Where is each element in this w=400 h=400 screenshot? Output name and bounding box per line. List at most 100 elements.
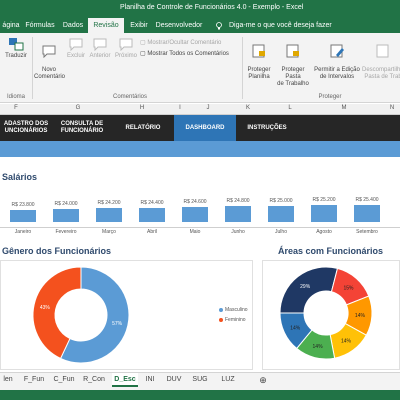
- salary-category-label: Janeiro: [14, 229, 32, 235]
- legend-feminino: Feminino: [219, 317, 246, 323]
- sheet-tab-r-con[interactable]: R_Con: [82, 373, 106, 387]
- delete-comment-icon: [69, 38, 83, 51]
- protect-sheet-icon: [252, 44, 265, 58]
- sheet-tab-c-fun[interactable]: C_Fun: [52, 373, 76, 387]
- dashboard-nav: ADASTRO DOS UNCIONÁRIOS CONSULTA DE FUNC…: [0, 115, 400, 141]
- sheet-tab-luz[interactable]: LUZ: [218, 373, 238, 387]
- salary-bar: [225, 206, 251, 222]
- unshare-workbook-button[interactable]: Descompartilhar Pasta de Trab: [362, 37, 400, 81]
- delete-comment-button[interactable]: Excluir: [66, 37, 86, 60]
- allow-edit-icon: [330, 44, 344, 58]
- nav-instrucoes[interactable]: INSTRUÇÕES: [236, 115, 298, 141]
- sheet-tab-ini[interactable]: INI: [142, 373, 158, 387]
- legend-swatch: [219, 307, 223, 312]
- next-comment-icon: [119, 38, 133, 51]
- column-header[interactable]: N: [386, 105, 398, 111]
- column-header[interactable]: H: [136, 105, 148, 111]
- sheet-tab-duv[interactable]: DUV: [164, 373, 184, 387]
- next-comment-button[interactable]: Próximo: [114, 37, 138, 60]
- salary-value-label: R$ 25.000: [269, 197, 293, 204]
- salary-category-label: Fevereiro: [55, 229, 77, 235]
- salary-value-label: R$ 24.800: [226, 198, 250, 205]
- column-header[interactable]: M: [338, 105, 350, 111]
- window-title: Planilha de Controle de Funcionários 4.0…: [120, 4, 304, 11]
- salary-value-label: R$ 24.400: [140, 199, 164, 206]
- sheet-tab-f-fun[interactable]: F_Fun: [22, 373, 46, 387]
- protect-workbook-icon: [286, 44, 299, 58]
- show-hide-comment-button[interactable]: ▢ Mostrar/Ocultar Comentário: [140, 39, 221, 46]
- protect-sheet-button[interactable]: Proteger Planilha: [244, 37, 274, 81]
- salary-value-label: R$ 25.200: [312, 197, 336, 204]
- tell-me-box[interactable]: Diga-me o que você deseja fazer: [215, 18, 332, 33]
- column-header[interactable]: F: [10, 105, 22, 111]
- salary-category-label: Setembro: [356, 229, 378, 235]
- show-all-comments-button[interactable]: ▢ Mostrar Todos os Comentários: [140, 50, 229, 57]
- areasPie-slice-label: 14%: [313, 344, 324, 350]
- previous-comment-button[interactable]: Anterior: [88, 37, 112, 60]
- salary-category-label: Agosto: [316, 229, 332, 235]
- new-comment-button[interactable]: Novo Comentário: [34, 37, 65, 81]
- comment-icon: [42, 45, 56, 58]
- sheet-tab-bar: len F_Fun C_Fun R_Con D_Esc INI DUV SUG …: [0, 372, 400, 390]
- salary-category-label: Julho: [275, 229, 287, 235]
- column-header[interactable]: I: [174, 105, 186, 111]
- areas-chart-title: Áreas com Funcionários: [278, 246, 384, 256]
- salary-value-label: R$ 25.400: [355, 196, 379, 203]
- unshare-icon: [376, 44, 389, 58]
- salary-value-label: R$ 24.600: [183, 199, 207, 206]
- group-protect-label: Proteger: [318, 94, 342, 100]
- salary-axis: [0, 227, 400, 228]
- gender-pie-chart: 57% 43%: [32, 266, 130, 364]
- salary-bar: [182, 207, 208, 222]
- header-band: [0, 141, 400, 157]
- translate-icon: [9, 38, 24, 51]
- nav-cadastro[interactable]: ADASTRO DOS UNCIONÁRIOS: [0, 115, 52, 141]
- tab-revisao[interactable]: Revisão: [88, 18, 124, 33]
- sheet-tab-d-esc[interactable]: D_Esc: [112, 373, 138, 387]
- gender-chart-title: Gênero dos Funcionários: [2, 246, 112, 256]
- add-sheet-button[interactable]: ⊕: [256, 373, 270, 387]
- status-bar: [0, 390, 400, 400]
- nav-dashboard[interactable]: DASHBOARD: [174, 115, 236, 141]
- ribbon-tabs: ágina Fórmulas Dados Revisão Exibir Dese…: [0, 18, 400, 33]
- sheet-tab-len[interactable]: len: [0, 373, 16, 387]
- salary-value-label: R$ 24.000: [54, 200, 78, 207]
- areasPie-slice-label: 15%: [343, 285, 354, 291]
- column-header[interactable]: K: [242, 105, 254, 111]
- legend-masculino: Masculino: [219, 307, 248, 313]
- allow-edit-ranges-button[interactable]: Permitir a Edição de Intervalos: [314, 37, 360, 81]
- protect-workbook-button[interactable]: Proteger Pasta de Trabalho: [274, 37, 312, 88]
- salary-category-label: Maio: [189, 229, 201, 235]
- salary-category-label: Março: [102, 229, 116, 235]
- column-header[interactable]: J: [202, 105, 214, 111]
- tab-dados[interactable]: Dados: [58, 18, 88, 33]
- tab-formulas[interactable]: Fórmulas: [22, 18, 58, 33]
- tab-exibir[interactable]: Exibir: [124, 18, 154, 33]
- tab-desenvolvedor[interactable]: Desenvolvedor: [154, 18, 204, 33]
- gender-chart-panel: 57% 43% Masculino Feminino: [0, 260, 253, 370]
- tell-me-text: Diga-me o que você deseja fazer: [229, 22, 332, 29]
- translate-button[interactable]: Traduzir: [2, 37, 30, 60]
- tab-pagina[interactable]: ágina: [0, 18, 22, 33]
- areasPie-slice-label: 14%: [341, 339, 352, 345]
- group-comments-label: Comentários: [112, 94, 147, 100]
- areas-chart-panel: 29% 15% 14% 14% 14% 14%: [262, 260, 400, 370]
- areasPie-slice-label: 14%: [290, 325, 301, 331]
- salary-bar: [10, 209, 36, 222]
- nav-consulta[interactable]: CONSULTA DE FUNCIONÁRIO: [52, 115, 112, 141]
- salary-chart-title: Salários: [2, 172, 38, 182]
- sheet-tab-sug[interactable]: SUG: [190, 373, 210, 387]
- salary-category-label: Junho: [231, 229, 245, 235]
- column-header[interactable]: G: [72, 105, 84, 111]
- legend-swatch: [219, 317, 223, 322]
- areasPie-slice-label: 14%: [355, 313, 366, 319]
- salary-bar: [354, 204, 380, 222]
- salary-bar: [139, 207, 165, 222]
- salary-value-label: R$ 23.800: [11, 201, 35, 208]
- genderPie-slice-label: 43%: [40, 305, 51, 311]
- column-header[interactable]: L: [284, 105, 296, 111]
- salary-category-label: Abril: [146, 229, 157, 235]
- salary-value-label: R$ 24.200: [97, 200, 121, 207]
- nav-relatorio[interactable]: RELATÓRIO: [112, 115, 174, 141]
- genderPie-slice-label: 57%: [112, 321, 123, 327]
